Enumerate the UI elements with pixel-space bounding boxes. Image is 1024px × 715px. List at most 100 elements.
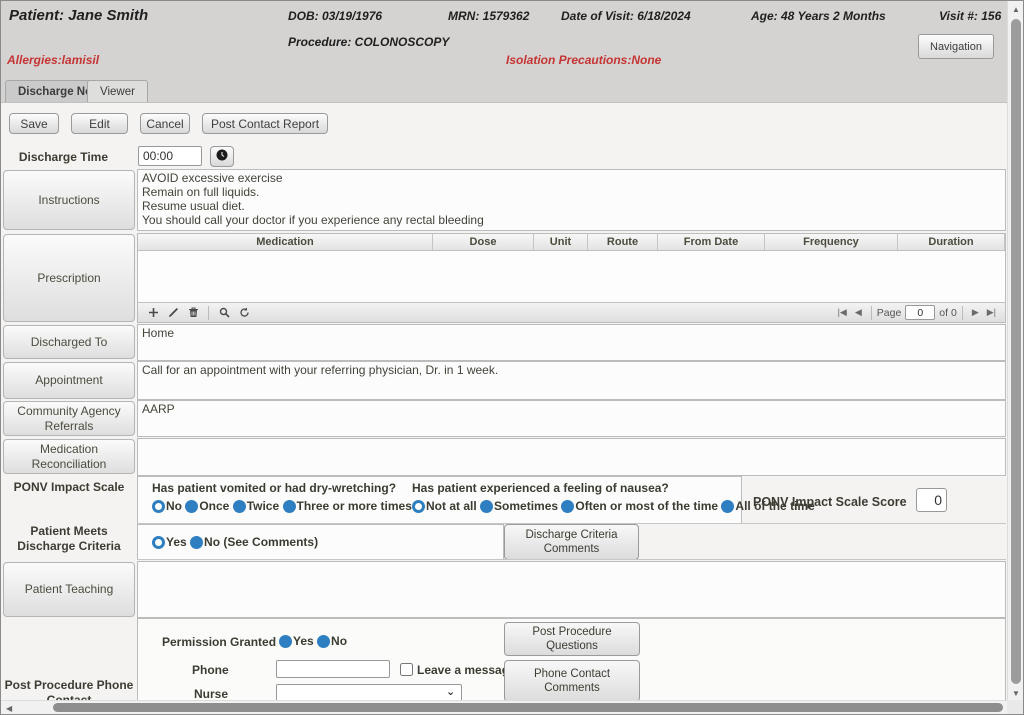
vertical-scrollbar-thumb[interactable] — [1011, 19, 1021, 684]
save-button[interactable]: Save — [9, 113, 59, 134]
column-header-duration[interactable]: Duration — [898, 234, 1005, 250]
prescription-grid-header: Medication Dose Unit Route From Date Fre… — [138, 234, 1005, 251]
radio-icon[interactable] — [561, 500, 574, 513]
discharge-time-label: Discharge Time — [3, 150, 108, 164]
scroll-left-icon[interactable]: ◀ — [6, 704, 12, 713]
ponv-q2-question: Has patient experienced a feeling of nau… — [412, 481, 815, 495]
page-count-label: of 0 — [939, 307, 957, 319]
visit-number: Visit #: 156 — [939, 9, 1001, 23]
discharged-to-field[interactable]: Home — [137, 324, 1006, 361]
radio-option-no-see-comments[interactable]: No (See Comments) — [190, 535, 318, 549]
pager-separator — [962, 306, 963, 320]
prescription-grid-body — [138, 251, 1005, 299]
radio-icon[interactable] — [185, 500, 198, 513]
delete-row-icon[interactable] — [185, 305, 201, 321]
radio-icon[interactable] — [233, 500, 246, 513]
scroll-down-icon[interactable]: ▼ — [1012, 689, 1020, 698]
column-header-route[interactable]: Route — [588, 234, 658, 250]
radio-icon[interactable] — [190, 536, 203, 549]
radio-option-yes[interactable]: Yes — [152, 535, 187, 549]
radio-option-twice[interactable]: Twice — [233, 499, 279, 513]
clock-icon — [216, 150, 228, 164]
patient-header: Patient: Jane Smith DOB: 03/19/1976 MRN:… — [1, 1, 1008, 79]
pager-separator — [871, 306, 872, 320]
leave-a-message-checkbox[interactable] — [400, 663, 413, 676]
discharge-time-clock-button[interactable] — [210, 146, 234, 167]
section-label-medication-reconciliation: Medication Reconciliation — [3, 439, 135, 474]
radio-option-often[interactable]: Often or most of the time — [561, 499, 718, 513]
post-procedure-box: Permission Granted Yes No Phone Leave a … — [137, 618, 1006, 702]
column-header-medication[interactable]: Medication — [138, 234, 433, 250]
tab-viewer[interactable]: Viewer — [87, 80, 148, 102]
first-page-icon[interactable]: |◀ — [838, 307, 847, 318]
radio-icon[interactable] — [152, 500, 165, 513]
horizontal-scrollbar[interactable]: ◀ — [1, 700, 1009, 714]
discharge-time-input[interactable] — [138, 146, 202, 166]
radio-icon[interactable] — [721, 500, 734, 513]
radio-option-permission-yes[interactable]: Yes — [279, 634, 314, 648]
post-procedure-questions-button[interactable]: Post Procedure Questions — [504, 622, 640, 656]
section-label-discharge-criteria: Patient Meets Discharge Criteria — [3, 524, 135, 554]
allergies: Allergies:lamisil — [7, 53, 99, 67]
ponv-q1-question: Has patient vomited or had dry-wretching… — [152, 481, 412, 495]
edit-button[interactable]: Edit — [71, 113, 128, 134]
section-label-ponv-impact-scale: PONV Impact Scale — [3, 480, 135, 495]
radio-option-no[interactable]: No — [152, 499, 182, 513]
radio-option-once[interactable]: Once — [185, 499, 229, 513]
radio-icon[interactable] — [480, 500, 493, 513]
post-contact-report-button[interactable]: Post Contact Report — [202, 113, 328, 134]
content-area: Save Edit Cancel Post Contact Report Dis… — [1, 103, 1009, 702]
ponv-questions-box: Has patient vomited or had dry-wretching… — [137, 476, 742, 524]
appointment-field[interactable]: Call for an appointment with your referr… — [137, 361, 1006, 400]
radio-icon[interactable] — [317, 635, 330, 648]
scroll-up-icon[interactable]: ▲ — [1012, 5, 1020, 14]
discharge-criteria-comments-button[interactable]: Discharge Criteria Comments — [504, 524, 639, 560]
radio-icon[interactable] — [283, 500, 296, 513]
section-label-discharged-to: Discharged To — [3, 325, 135, 359]
radio-icon[interactable] — [412, 500, 425, 513]
discharge-criteria-box: Yes No (See Comments) — [137, 524, 504, 560]
section-label-community-agency-referrals: Community Agency Referrals — [3, 401, 135, 436]
tab-bar: Discharge Notes Viewer — [1, 79, 1008, 103]
edit-row-icon[interactable] — [165, 305, 181, 321]
column-header-from-date[interactable]: From Date — [658, 234, 765, 250]
refresh-icon[interactable] — [236, 305, 252, 321]
radio-option-three-or-more[interactable]: Three or more times — [283, 499, 412, 513]
phone-label: Phone — [192, 663, 229, 677]
next-page-icon[interactable]: ▶ — [972, 307, 979, 318]
add-row-icon[interactable] — [145, 305, 161, 321]
page-number-input[interactable] — [905, 305, 935, 320]
ponv-score-input[interactable] — [916, 488, 947, 512]
search-icon[interactable] — [216, 305, 232, 321]
pager-separator — [208, 306, 209, 320]
leave-a-message-label: Leave a message — [417, 663, 516, 677]
column-header-dose[interactable]: Dose — [433, 234, 534, 250]
section-label-prescription: Prescription — [3, 234, 135, 322]
date-of-visit: Date of Visit: 6/18/2024 — [561, 9, 691, 23]
medication-reconciliation-field[interactable] — [137, 438, 1006, 476]
column-header-unit[interactable]: Unit — [534, 234, 588, 250]
column-header-frequency[interactable]: Frequency — [765, 234, 898, 250]
scrollbar-corner — [1007, 700, 1023, 714]
cancel-button[interactable]: Cancel — [140, 113, 190, 134]
vertical-scrollbar[interactable]: ▲ ▼ — [1007, 1, 1023, 702]
patient-teaching-field[interactable] — [137, 561, 1006, 618]
radio-option-sometimes[interactable]: Sometimes — [480, 499, 558, 513]
navigation-button[interactable]: Navigation — [918, 34, 994, 59]
procedure: Procedure: COLONOSCOPY — [288, 35, 449, 49]
radio-icon[interactable] — [152, 536, 165, 549]
patient-age: Age: 48 Years 2 Months — [751, 9, 886, 23]
patient-name: Patient: Jane Smith — [9, 7, 148, 24]
instructions-field[interactable]: AVOID excessive exercise Remain on full … — [137, 169, 1006, 231]
section-label-patient-teaching: Patient Teaching — [3, 562, 135, 617]
phone-contact-comments-button[interactable]: Phone Contact Comments — [504, 660, 640, 702]
community-agency-referrals-field[interactable]: AARP — [137, 400, 1006, 437]
prev-page-icon[interactable]: ◀ — [855, 307, 862, 318]
radio-icon[interactable] — [279, 635, 292, 648]
patient-mrn: MRN: 1579362 — [448, 9, 529, 23]
last-page-icon[interactable]: ▶| — [987, 307, 996, 318]
radio-option-not-at-all[interactable]: Not at all — [412, 499, 477, 513]
radio-option-permission-no[interactable]: No — [317, 634, 347, 648]
phone-input[interactable] — [276, 660, 390, 678]
horizontal-scrollbar-thumb[interactable] — [53, 703, 1003, 712]
